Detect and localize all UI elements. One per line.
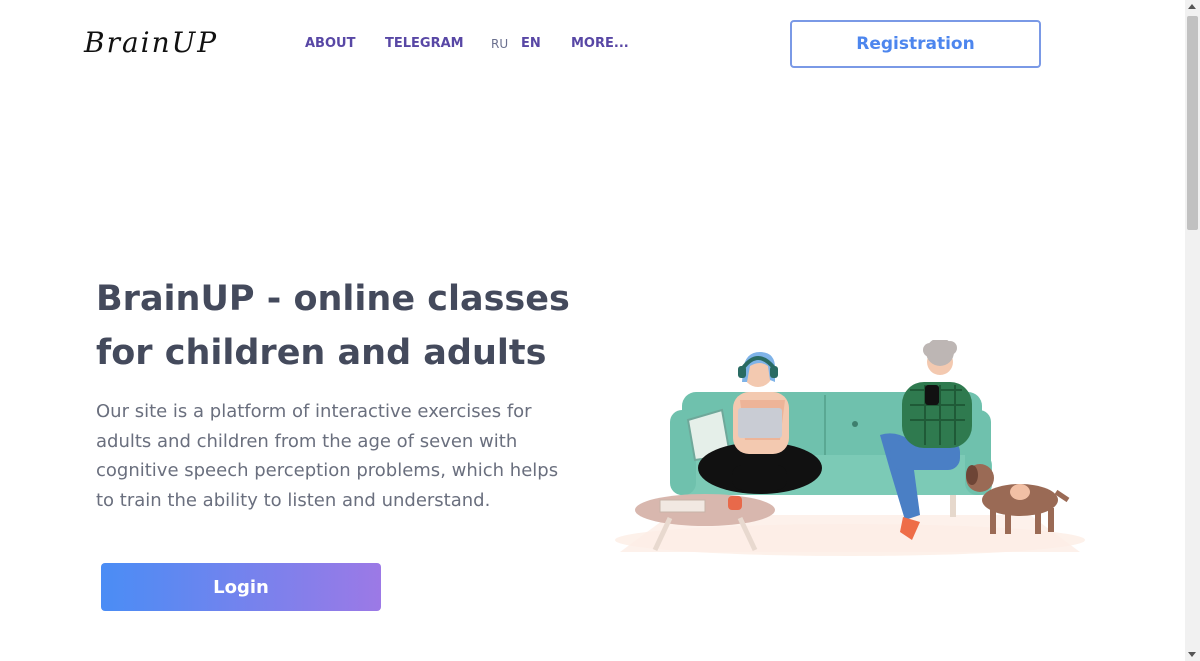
lang-en-link[interactable]: EN bbox=[521, 36, 541, 51]
registration-button[interactable]: Registration bbox=[790, 20, 1041, 68]
scroll-up-icon[interactable] bbox=[1188, 4, 1196, 9]
scrollbar-thumb[interactable] bbox=[1187, 16, 1198, 230]
family-on-couch-icon bbox=[615, 338, 1085, 556]
hero-title-line-1: BrainUP - online classes bbox=[96, 279, 570, 319]
scroll-down-icon[interactable] bbox=[1188, 652, 1196, 657]
family-on-couch-illustration bbox=[610, 338, 1090, 564]
login-button[interactable]: Login bbox=[101, 563, 381, 611]
nav-telegram-link[interactable]: TELEGRAM bbox=[385, 36, 464, 51]
nav-about-link[interactable]: ABOUT bbox=[305, 36, 355, 51]
hero-title: BrainUP - online classes for children an… bbox=[96, 272, 576, 380]
hero-title-line-2: for children and adults bbox=[96, 333, 547, 373]
vertical-scrollbar[interactable] bbox=[1185, 0, 1200, 661]
hero-description: Our site is a platform of interactive ex… bbox=[96, 401, 559, 511]
nav-more-link[interactable]: MORE... bbox=[571, 36, 629, 51]
landing-page: BrainUP ABOUT TELEGRAM RU EN MORE... Reg… bbox=[0, 0, 1185, 661]
brainup-logo[interactable]: BrainUP bbox=[84, 26, 218, 59]
lang-ru-link[interactable]: RU bbox=[491, 37, 508, 51]
